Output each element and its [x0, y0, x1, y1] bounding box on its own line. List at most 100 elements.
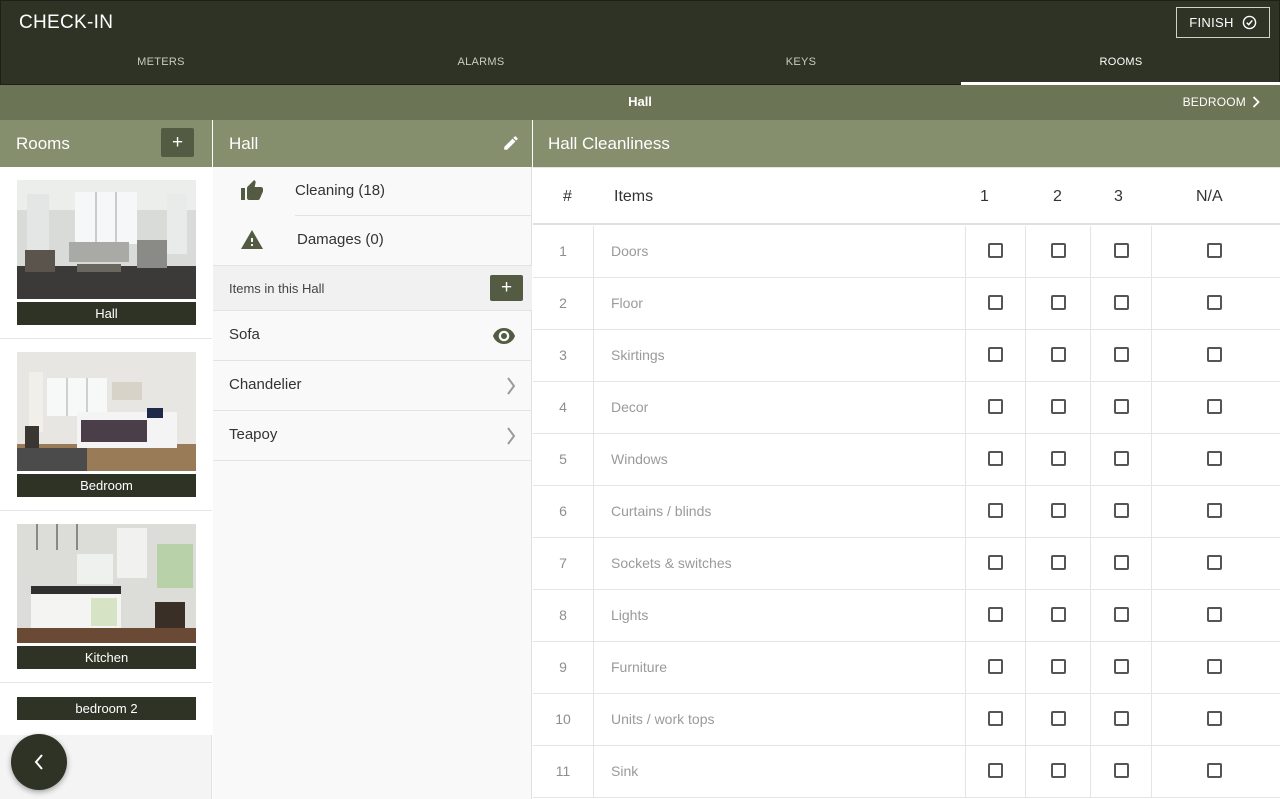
- checkbox-rating-3[interactable]: [1114, 503, 1129, 518]
- row-item-name: Lights: [611, 607, 649, 623]
- checkbox-na[interactable]: [1207, 243, 1222, 258]
- column-divider: [1151, 382, 1152, 433]
- category-damages[interactable]: Damages (0): [213, 216, 532, 265]
- next-room-button[interactable]: BEDROOM: [1183, 85, 1260, 119]
- row-number: 1: [533, 226, 594, 277]
- table-row: 10 Units / work tops: [533, 694, 1280, 746]
- column-divider: [965, 746, 966, 797]
- checkbox-rating-1[interactable]: [988, 295, 1003, 310]
- checkbox-rating-2[interactable]: [1051, 659, 1066, 674]
- column-divider: [1151, 538, 1152, 589]
- checkbox-rating-3[interactable]: [1114, 711, 1129, 726]
- column-divider: [1025, 694, 1026, 745]
- row-item-name: Windows: [611, 451, 668, 467]
- checkbox-rating-2[interactable]: [1051, 295, 1066, 310]
- checkbox-rating-2[interactable]: [1051, 555, 1066, 570]
- checkbox-rating-3[interactable]: [1114, 607, 1129, 622]
- checkbox-na[interactable]: [1207, 555, 1222, 570]
- item-label: Teapoy: [229, 426, 278, 443]
- check-circle-icon: [1242, 15, 1256, 30]
- checkbox-na[interactable]: [1207, 711, 1222, 726]
- list-item-sofa[interactable]: Sofa: [213, 311, 532, 361]
- room-card-bedroom[interactable]: Bedroom: [0, 339, 212, 511]
- column-divider: [1025, 590, 1026, 641]
- checkbox-rating-3[interactable]: [1114, 347, 1129, 362]
- chevron-right-icon: [507, 377, 516, 395]
- checkbox-na[interactable]: [1207, 763, 1222, 778]
- category-label: Cleaning (18): [295, 182, 386, 199]
- checkbox-na[interactable]: [1207, 399, 1222, 414]
- checkbox-rating-3[interactable]: [1114, 295, 1129, 310]
- checkbox-rating-3[interactable]: [1114, 555, 1129, 570]
- checkbox-rating-1[interactable]: [988, 243, 1003, 258]
- column-divider: [1090, 642, 1091, 693]
- checkbox-rating-3[interactable]: [1114, 451, 1129, 466]
- checkbox-na[interactable]: [1207, 451, 1222, 466]
- list-item-chandelier[interactable]: Chandelier: [213, 361, 532, 411]
- checkbox-rating-2[interactable]: [1051, 399, 1066, 414]
- tab-alarms[interactable]: ALARMS: [321, 47, 641, 85]
- row-number: 3: [533, 330, 594, 381]
- checkbox-rating-2[interactable]: [1051, 607, 1066, 622]
- column-divider: [1151, 434, 1152, 485]
- checkbox-rating-2[interactable]: [1051, 243, 1066, 258]
- checkbox-rating-1[interactable]: [988, 607, 1003, 622]
- tab-rooms[interactable]: ROOMS: [961, 47, 1280, 85]
- checkbox-na[interactable]: [1207, 503, 1222, 518]
- checkbox-rating-1[interactable]: [988, 347, 1003, 362]
- checkbox-rating-3[interactable]: [1114, 763, 1129, 778]
- checkbox-rating-1[interactable]: [988, 555, 1003, 570]
- chevron-right-icon: [507, 427, 516, 445]
- table-row: 8 Lights: [533, 590, 1280, 642]
- checkbox-na[interactable]: [1207, 347, 1222, 362]
- row-item-name: Doors: [611, 243, 649, 259]
- table-row: 11 Sink: [533, 746, 1280, 798]
- table-row: 1 Doors: [533, 226, 1280, 278]
- room-card-hall[interactable]: Hall: [0, 167, 212, 339]
- column-divider: [1025, 278, 1026, 329]
- app-title: CHECK-IN: [19, 12, 114, 33]
- checkbox-rating-1[interactable]: [988, 763, 1003, 778]
- column-divider: [1151, 278, 1152, 329]
- checkbox-rating-2[interactable]: [1051, 451, 1066, 466]
- table-row: 5 Windows: [533, 434, 1280, 486]
- tab-meters[interactable]: METERS: [1, 47, 321, 85]
- eye-icon[interactable]: [492, 327, 516, 345]
- checkbox-na[interactable]: [1207, 295, 1222, 310]
- room-card-bedroom-2[interactable]: bedroom 2: [0, 683, 212, 735]
- checkbox-rating-1[interactable]: [988, 711, 1003, 726]
- checkbox-rating-3[interactable]: [1114, 659, 1129, 674]
- back-button[interactable]: [11, 734, 67, 790]
- column-divider: [1151, 694, 1152, 745]
- category-cleaning[interactable]: Cleaning (18): [213, 167, 532, 216]
- checkbox-rating-2[interactable]: [1051, 503, 1066, 518]
- checkbox-rating-1[interactable]: [988, 503, 1003, 518]
- item-label: Sofa: [229, 326, 260, 343]
- column-divider: [1090, 278, 1091, 329]
- edit-pencil-icon[interactable]: [502, 134, 520, 152]
- tab-keys[interactable]: KEYS: [641, 47, 961, 85]
- checkbox-rating-1[interactable]: [988, 659, 1003, 674]
- finish-button[interactable]: FINISH: [1176, 7, 1270, 38]
- checkbox-rating-1[interactable]: [988, 451, 1003, 466]
- checkbox-rating-2[interactable]: [1051, 711, 1066, 726]
- checkbox-rating-3[interactable]: [1114, 243, 1129, 258]
- table-row: 4 Decor: [533, 382, 1280, 434]
- room-photo-bedroom: [17, 352, 196, 471]
- column-divider: [1090, 486, 1091, 537]
- list-item-teapoy[interactable]: Teapoy: [213, 411, 532, 461]
- add-room-button[interactable]: +: [161, 128, 194, 157]
- column-divider: [1151, 486, 1152, 537]
- checkbox-rating-2[interactable]: [1051, 347, 1066, 362]
- checkbox-na[interactable]: [1207, 659, 1222, 674]
- checkbox-na[interactable]: [1207, 607, 1222, 622]
- current-room-title: Hall: [628, 94, 652, 109]
- checkbox-rating-2[interactable]: [1051, 763, 1066, 778]
- room-label: Bedroom: [17, 474, 196, 497]
- checkbox-rating-1[interactable]: [988, 399, 1003, 414]
- add-item-button[interactable]: +: [490, 275, 523, 301]
- room-card-kitchen[interactable]: Kitchen: [0, 511, 212, 683]
- row-number: 11: [533, 746, 594, 797]
- checkbox-rating-3[interactable]: [1114, 399, 1129, 414]
- column-divider: [965, 226, 966, 277]
